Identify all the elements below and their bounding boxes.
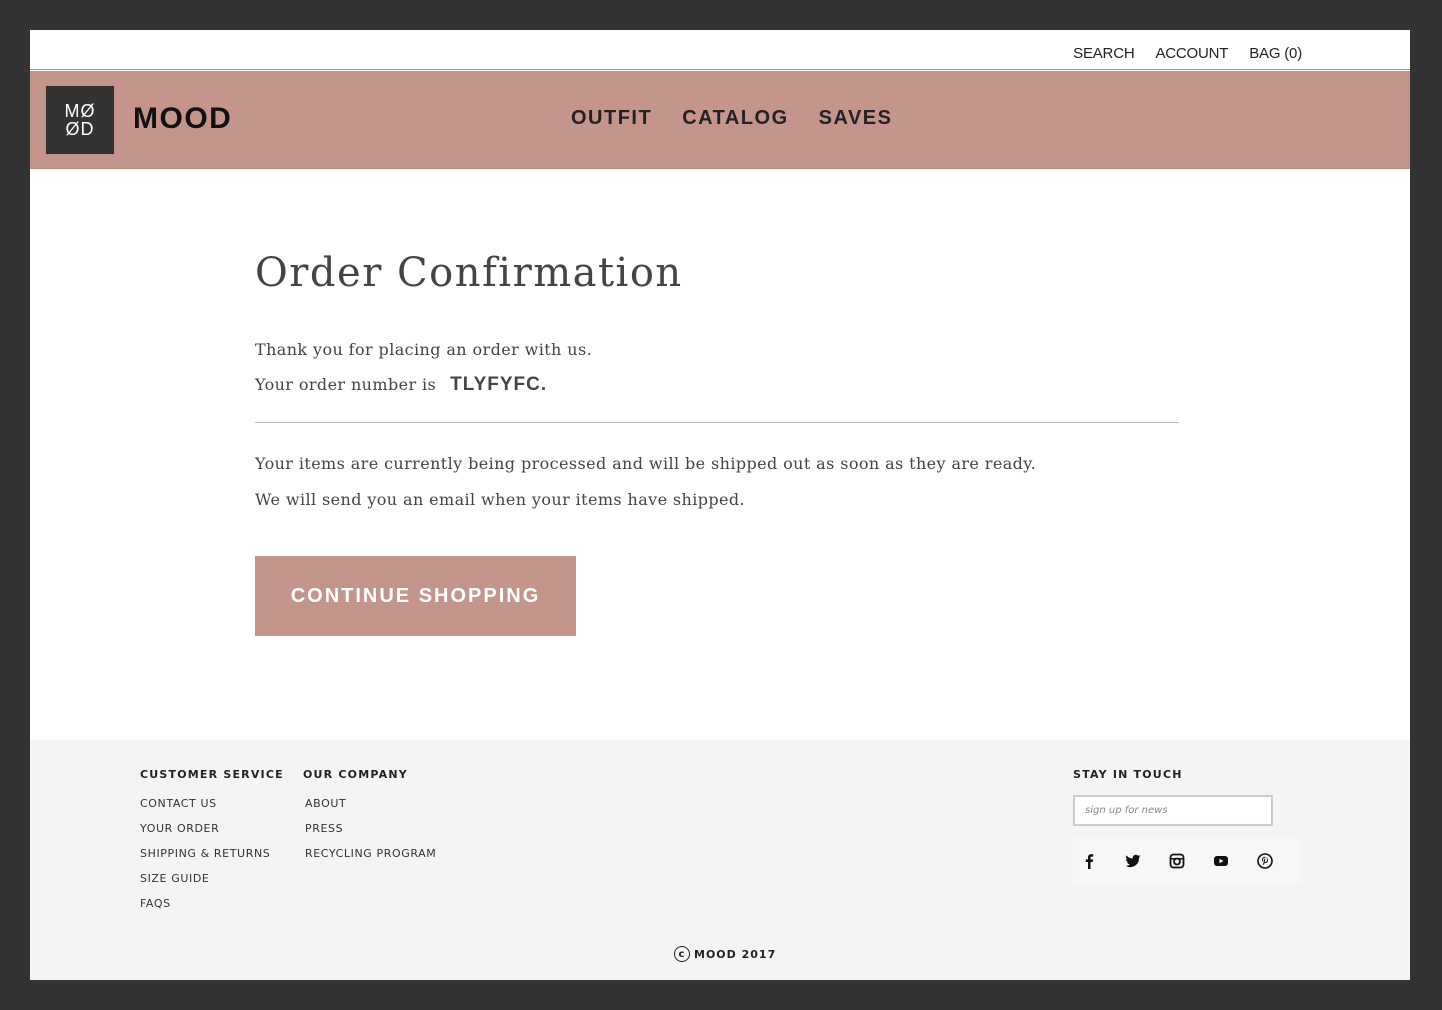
footer-link-shipping-returns[interactable]: SHIPPING & RETURNS bbox=[140, 847, 284, 872]
twitter-icon[interactable] bbox=[1125, 853, 1169, 869]
logo-line-1: MØ bbox=[64, 101, 96, 121]
copyright-icon: c bbox=[674, 946, 690, 962]
brand-name[interactable]: MOOD bbox=[133, 102, 232, 136]
email-notice-text: We will send you an email when your item… bbox=[255, 490, 746, 509]
stay-in-touch-heading: STAY IN TOUCH bbox=[1073, 768, 1183, 781]
order-number: TLYFYFC. bbox=[450, 374, 548, 395]
logo[interactable]: MØ ØD bbox=[46, 86, 114, 154]
site-header: MØ ØD MOOD OUTFIT CATALOG SAVES bbox=[30, 71, 1410, 169]
stay-in-touch-column: STAY IN TOUCH bbox=[1073, 768, 1301, 884]
main-nav: OUTFIT CATALOG SAVES bbox=[571, 107, 892, 130]
site-footer: CUSTOMER SERVICE CONTACT US YOUR ORDER S… bbox=[30, 740, 1410, 980]
our-company-column: OUR COMPANY ABOUT PRESS RECYCLING PROGRA… bbox=[303, 768, 436, 872]
search-link[interactable]: SEARCH bbox=[1073, 45, 1135, 62]
newsletter-input[interactable] bbox=[1073, 795, 1273, 826]
footer-link-your-order[interactable]: YOUR ORDER bbox=[140, 822, 284, 847]
account-link[interactable]: ACCOUNT bbox=[1155, 45, 1228, 62]
confirmation-content: Order Confirmation Thank you for placing… bbox=[255, 250, 1179, 636]
social-links bbox=[1073, 838, 1301, 884]
divider bbox=[255, 422, 1179, 423]
order-number-label: Your order number is bbox=[255, 375, 437, 394]
footer-link-contact-us[interactable]: CONTACT US bbox=[140, 797, 284, 822]
utility-nav: SEARCH ACCOUNT BAG (0) bbox=[1073, 45, 1302, 62]
logo-line-2: ØD bbox=[65, 119, 95, 139]
page: SEARCH ACCOUNT BAG (0) MØ ØD MOOD OUTFIT… bbox=[30, 30, 1410, 980]
our-company-heading: OUR COMPANY bbox=[303, 768, 408, 781]
footer-link-about[interactable]: ABOUT bbox=[305, 797, 436, 822]
youtube-icon[interactable] bbox=[1213, 853, 1257, 869]
customer-service-heading: CUSTOMER SERVICE bbox=[140, 768, 284, 781]
nav-saves[interactable]: SAVES bbox=[819, 107, 893, 130]
copyright: c MOOD 2017 bbox=[674, 946, 776, 962]
utility-bar: SEARCH ACCOUNT BAG (0) bbox=[30, 30, 1410, 70]
footer-link-faqs[interactable]: FAQS bbox=[140, 897, 284, 922]
footer-link-size-guide[interactable]: SIZE GUIDE bbox=[140, 872, 284, 897]
order-number-row: Your order number is TLYFYFC. bbox=[255, 374, 547, 396]
processing-text: Your items are currently being processed… bbox=[255, 454, 1037, 473]
page-title: Order Confirmation bbox=[255, 250, 683, 296]
nav-catalog[interactable]: CATALOG bbox=[682, 107, 788, 130]
bag-link[interactable]: BAG (0) bbox=[1249, 45, 1302, 62]
continue-shopping-button[interactable]: CONTINUE SHOPPING bbox=[255, 556, 576, 636]
thanks-text: Thank you for placing an order with us. bbox=[255, 340, 593, 359]
footer-link-press[interactable]: PRESS bbox=[305, 822, 436, 847]
instagram-icon[interactable] bbox=[1169, 853, 1213, 869]
customer-service-column: CUSTOMER SERVICE CONTACT US YOUR ORDER S… bbox=[140, 768, 284, 922]
facebook-icon[interactable] bbox=[1081, 853, 1125, 869]
copyright-text: MOOD 2017 bbox=[694, 947, 777, 961]
nav-outfit[interactable]: OUTFIT bbox=[571, 107, 652, 130]
pinterest-icon[interactable] bbox=[1257, 853, 1301, 869]
footer-link-recycling-program[interactable]: RECYCLING PROGRAM bbox=[305, 847, 436, 872]
